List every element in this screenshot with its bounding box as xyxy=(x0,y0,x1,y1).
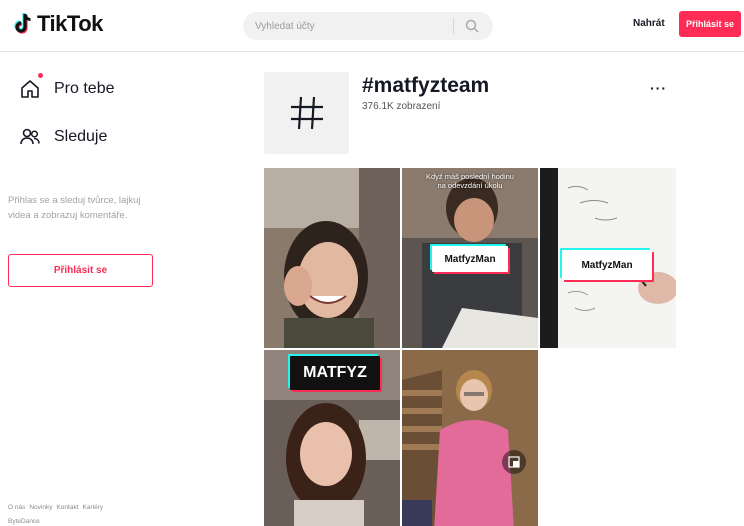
video-tile[interactable]: MatfyzMan xyxy=(540,168,676,348)
video-tile[interactable] xyxy=(402,350,538,526)
footer-links: O nás Novinky Kontakt Kariéry xyxy=(8,504,103,511)
video-thumbnail xyxy=(264,168,400,348)
search-icon xyxy=(465,19,479,33)
sidebar: Pro tebe Sleduje Přihlas se a sleduj tvů… xyxy=(0,53,170,526)
video-badge: MATFYZ xyxy=(290,356,380,390)
sidebar-item-for-you[interactable]: Pro tebe xyxy=(18,73,115,101)
sidebar-item-label: Pro tebe xyxy=(54,80,115,97)
sidebar-item-label: Sleduje xyxy=(54,128,108,145)
video-badge: MatfyzMan xyxy=(432,246,508,272)
tiktok-note-icon xyxy=(12,11,34,37)
hashtag-icon xyxy=(290,96,323,130)
picture-in-picture-icon[interactable] xyxy=(502,450,526,474)
more-options-button[interactable]: ··· xyxy=(650,80,667,96)
search-button[interactable] xyxy=(454,12,490,40)
search-input[interactable] xyxy=(243,12,453,40)
footer-link-news[interactable]: Novinky xyxy=(29,504,52,511)
video-badge: MatfyzMan xyxy=(562,250,652,280)
video-tile[interactable]: Když máš poslední hodinu na odevzdání úk… xyxy=(402,168,538,348)
notification-dot xyxy=(38,73,43,78)
login-button-sidebar[interactable]: Přihlásit se xyxy=(8,254,153,287)
tiktok-logo[interactable]: TikTok xyxy=(12,11,103,37)
hashtag-cover xyxy=(264,72,349,154)
sidebar-item-following[interactable]: Sleduje xyxy=(18,125,107,149)
video-tile[interactable] xyxy=(264,168,400,348)
video-tile[interactable]: MATFYZ xyxy=(264,350,400,526)
home-icon xyxy=(18,73,43,101)
login-hint-text: Přihlas se a sleduj tvůrce, lajkuj videa… xyxy=(8,195,141,221)
hashtag-views: 376.1K zobrazení xyxy=(362,101,441,112)
footer-company: ByteDance xyxy=(8,518,40,525)
upload-link[interactable]: Nahrát xyxy=(633,18,665,29)
video-thumbnail xyxy=(402,350,538,526)
footer-link-contact[interactable]: Kontakt xyxy=(56,504,78,511)
login-button-header[interactable]: Přihlásit se xyxy=(679,11,741,37)
footer-link-about[interactable]: O nás xyxy=(8,504,25,511)
logo-text: TikTok xyxy=(37,11,103,36)
video-caption-overlay: Když máš poslední hodinu na odevzdání úk… xyxy=(426,172,514,190)
following-icon xyxy=(18,125,42,149)
search-bar xyxy=(243,12,493,40)
footer-link-careers[interactable]: Kariéry xyxy=(83,504,104,511)
hashtag-title: #matfyzteam xyxy=(362,74,490,97)
top-bar: TikTok Nahrát Přihlásit se xyxy=(0,0,744,52)
